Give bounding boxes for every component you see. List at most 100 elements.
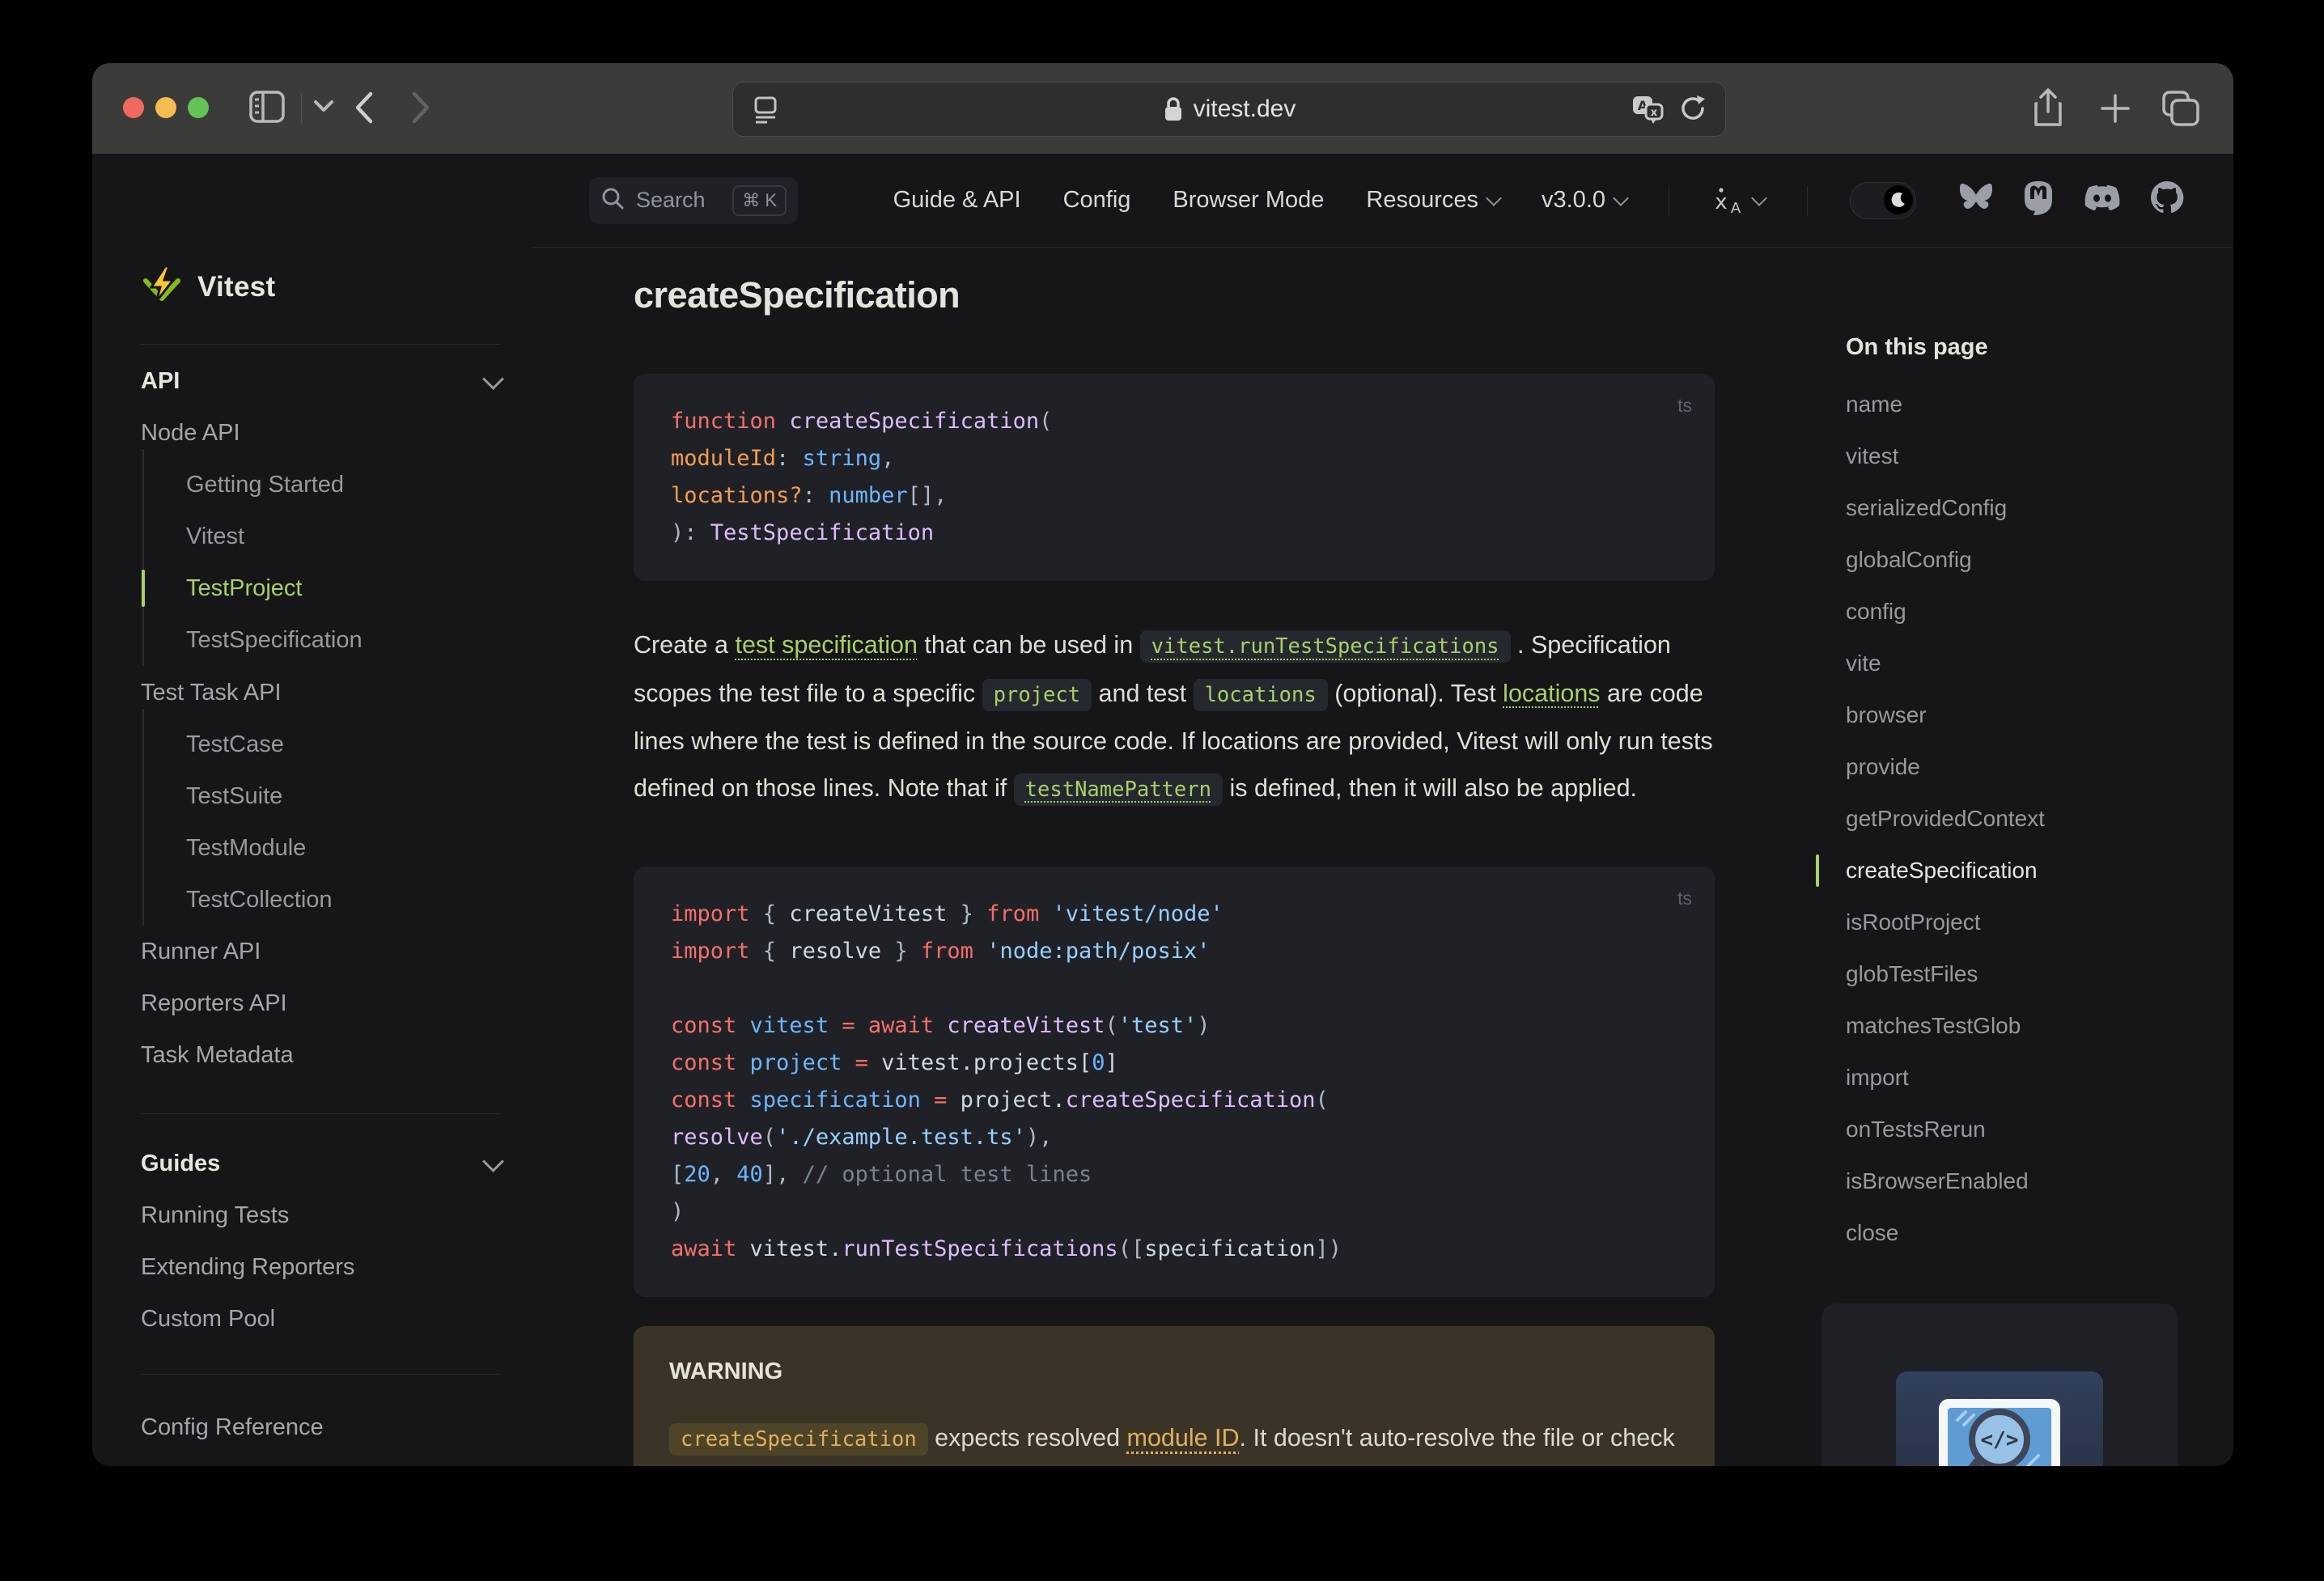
inline-codelink[interactable]: testNamePattern: [1013, 773, 1223, 806]
chevron-down-icon: [1613, 189, 1629, 206]
sidebar-item-testcase[interactable]: TestCase: [186, 718, 284, 770]
toc-list: name vitest serializedConfig globalConfig co…: [1816, 379, 2178, 1259]
dark-mode-moon-icon: [1884, 184, 1913, 214]
sidebar-item-getting-started[interactable]: Getting Started: [186, 459, 344, 511]
sponsor-illustration: </>: [1896, 1371, 2103, 1466]
toc-item-config[interactable]: config: [1846, 586, 2178, 638]
inline-code: project: [982, 678, 1092, 711]
site-title: Vitest: [197, 271, 276, 303]
page-title: createSpecification: [634, 274, 961, 316]
language-switcher[interactable]: x A: [1711, 186, 1767, 215]
sidebar-item-node-api[interactable]: Node API: [141, 407, 240, 459]
sidebar-item-task-metadata[interactable]: Task Metadata: [141, 1029, 294, 1081]
sidebar-divider: [141, 344, 501, 345]
nav-guide-api[interactable]: Guide & API: [893, 187, 1021, 214]
header-divider: [1807, 184, 1808, 216]
sidebar-menu-chevron-icon[interactable]: [312, 99, 335, 113]
sidebar-item-reporters-api[interactable]: Reporters API: [141, 977, 287, 1029]
main-content: createSpecification ts function createSp…: [532, 247, 2233, 1466]
code-block-example[interactable]: ts import { createVitest } from 'vitest/…: [634, 867, 1715, 1297]
nav-version[interactable]: v3.0.0: [1542, 187, 1629, 214]
forward-button[interactable]: [409, 89, 434, 126]
close-window-button[interactable]: [123, 97, 144, 118]
sidebar-item-testspecification[interactable]: TestSpecification: [186, 614, 363, 666]
header-nav: Guide & API Config Browser Mode Resource…: [893, 180, 2233, 222]
code-content: function createSpecification( moduleId: …: [671, 409, 1053, 545]
inline-link[interactable]: locations: [1503, 680, 1600, 707]
inline-link[interactable]: module ID: [1127, 1424, 1240, 1452]
nav-config[interactable]: Config: [1063, 187, 1131, 214]
svg-text:</>: </>: [1981, 1428, 2019, 1452]
share-icon[interactable]: [2031, 87, 2065, 129]
toc-item-close[interactable]: close: [1846, 1207, 2178, 1259]
sidebar-item-testmodule[interactable]: TestModule: [186, 822, 306, 874]
search-input[interactable]: Search ⌘ K: [589, 176, 798, 224]
text-segment: that can be used in: [917, 631, 1140, 659]
maximize-window-button[interactable]: [188, 97, 209, 118]
text-segment: is defined, then it will also be applied…: [1222, 774, 1638, 802]
sidebar-item-test-task-api[interactable]: Test Task API: [141, 667, 282, 718]
toc-item-globalConfig[interactable]: globalConfig: [1846, 534, 2178, 586]
new-tab-icon[interactable]: [2097, 91, 2133, 126]
toc-item-name[interactable]: name: [1846, 379, 2178, 430]
toc-item-onTestsRerun[interactable]: onTestsRerun: [1846, 1104, 2178, 1155]
sidebar-item-runner-api[interactable]: Runner API: [141, 926, 261, 977]
search-placeholder: Search: [636, 188, 706, 212]
sidebar-item-testcollection[interactable]: TestCollection: [186, 874, 333, 926]
toc-item-serializedConfig[interactable]: serializedConfig: [1846, 482, 2178, 534]
toc-item-matchesTestGlob[interactable]: matchesTestGlob: [1846, 1000, 2178, 1052]
inline-codelink[interactable]: vitest.runTestSpecifications: [1139, 630, 1511, 663]
text-segment: expects resolved: [927, 1424, 1127, 1452]
sidebar-item-running-tests[interactable]: Running Tests: [141, 1189, 289, 1241]
github-icon[interactable]: [2149, 180, 2185, 222]
toc-item-getProvidedContext[interactable]: getProvidedContext: [1846, 793, 2178, 845]
nav-browser-mode[interactable]: Browser Mode: [1173, 187, 1324, 214]
discord-icon[interactable]: [2083, 182, 2122, 219]
sidebar-toggle-icon[interactable]: [248, 89, 286, 125]
minimize-window-button[interactable]: [155, 97, 176, 118]
sidebar-item-testproject[interactable]: TestProject: [186, 562, 302, 614]
sidebar-item-vitest[interactable]: Vitest: [186, 511, 244, 562]
reload-icon[interactable]: [1678, 94, 1707, 123]
svg-text:x: x: [1715, 190, 1727, 214]
chevron-down-icon: [1486, 189, 1502, 206]
sidebar-section-api[interactable]: API: [141, 355, 504, 407]
sponsor-card[interactable]: </>: [1821, 1303, 2178, 1466]
code-lang-label: ts: [1677, 395, 1692, 416]
translate-icon: x A: [1715, 187, 1741, 215]
toc-item-createSpecification[interactable]: createSpecification: [1816, 845, 2178, 896]
sidebar-item-test-api-reference[interactable]: Test API Reference: [141, 1453, 341, 1467]
sidebar-item-config-reference[interactable]: Config Reference: [141, 1401, 324, 1453]
address-bar[interactable]: vitest.dev A x: [732, 82, 1726, 137]
toc-item-isRootProject[interactable]: isRootProject: [1846, 896, 2178, 948]
mastodon-icon[interactable]: [2021, 180, 2055, 222]
code-lang-label: ts: [1677, 888, 1692, 909]
sidebar-item-testsuite[interactable]: TestSuite: [186, 770, 282, 822]
theme-toggle[interactable]: [1850, 181, 1916, 219]
sidebar-item-custom-pool[interactable]: Custom Pool: [141, 1293, 275, 1345]
toc-item-isBrowserEnabled[interactable]: isBrowserEnabled: [1846, 1155, 2178, 1207]
toc-item-globTestFiles[interactable]: globTestFiles: [1846, 948, 2178, 1000]
sidebar-divider: [141, 1374, 501, 1375]
svg-text:A: A: [1731, 200, 1741, 215]
nav-resources[interactable]: Resources: [1366, 187, 1502, 214]
toc-item-import[interactable]: import: [1846, 1052, 2178, 1104]
site-logo[interactable]: Vitest: [141, 257, 275, 317]
bluesky-icon[interactable]: [1958, 182, 1994, 219]
translate-icon[interactable]: A x: [1630, 93, 1665, 125]
toc-item-vite[interactable]: vite: [1846, 638, 2178, 689]
svg-text:x: x: [1651, 107, 1658, 119]
tab-overview-icon[interactable]: [2161, 89, 2203, 128]
back-button[interactable]: [351, 89, 375, 126]
code-block-signature[interactable]: ts function createSpecification( moduleI…: [634, 374, 1715, 581]
toolbar-divider: [301, 94, 302, 123]
vitest-docs-page: Vitest API Node API Getting Started Vite…: [92, 154, 2233, 1466]
vitest-logo-icon: [141, 265, 183, 311]
toc-item-provide[interactable]: provide: [1846, 741, 2178, 793]
sidebar-item-extending-reporters[interactable]: Extending Reporters: [141, 1241, 354, 1293]
sidebar-section-guides[interactable]: Guides: [141, 1138, 504, 1189]
toc-item-browser[interactable]: browser: [1846, 689, 2178, 741]
inline-link[interactable]: test specification: [735, 631, 917, 659]
toc-item-vitest[interactable]: vitest: [1846, 430, 2178, 482]
search-shortcut-badge: ⌘ K: [732, 184, 787, 216]
